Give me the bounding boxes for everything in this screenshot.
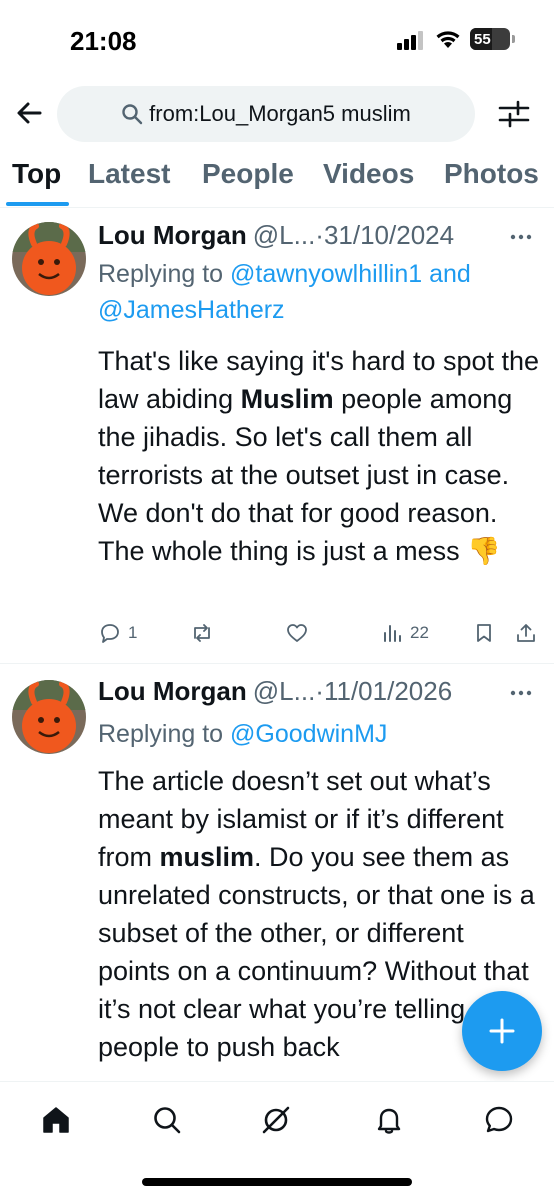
author-name[interactable]: Lou Morgan bbox=[98, 676, 247, 707]
battery-icon: 55 bbox=[470, 28, 510, 50]
author-handle[interactable]: @L... bbox=[253, 676, 316, 707]
tab-latest[interactable]: Latest bbox=[88, 158, 170, 190]
avatar-image bbox=[12, 680, 86, 754]
repost-button[interactable] bbox=[190, 616, 220, 650]
mention-link[interactable]: @JamesHatherz bbox=[98, 296, 285, 324]
nav-grok[interactable] bbox=[256, 1100, 296, 1140]
active-tab-indicator bbox=[6, 202, 69, 206]
battery-cap bbox=[512, 35, 515, 43]
replying-to-label: Replying to bbox=[98, 720, 231, 748]
search-term-highlight: Muslim bbox=[240, 384, 334, 414]
share-button[interactable] bbox=[514, 616, 538, 650]
nav-home[interactable] bbox=[36, 1100, 76, 1140]
cellular-signal-icon bbox=[397, 31, 423, 50]
heart-icon bbox=[287, 624, 307, 642]
tab-photos[interactable]: Photos bbox=[444, 158, 539, 190]
tweet-text: That's like saying it's hard to spot the… bbox=[98, 342, 542, 570]
filter-sliders-icon[interactable] bbox=[496, 96, 532, 132]
nav-notifications[interactable] bbox=[369, 1100, 409, 1140]
tab-top[interactable]: Top bbox=[12, 158, 61, 190]
search-input[interactable]: from:Lou_Morgan5 muslim bbox=[57, 86, 475, 142]
bookmark-icon bbox=[477, 624, 491, 642]
search-tabs: Top Latest People Videos Photos bbox=[0, 150, 554, 208]
tweet-header: Lou Morgan @L... ·31/10/2024 bbox=[98, 220, 454, 254]
author-handle[interactable]: @L... bbox=[253, 220, 316, 251]
avatar[interactable] bbox=[12, 222, 86, 296]
reply-icon bbox=[101, 624, 119, 643]
tweet-actions: 1 22 bbox=[98, 616, 542, 650]
bookmark-button[interactable] bbox=[472, 616, 496, 650]
message-icon bbox=[485, 1106, 513, 1133]
avatar[interactable] bbox=[12, 680, 86, 754]
share-icon bbox=[517, 624, 535, 642]
reply-button[interactable]: 1 bbox=[98, 616, 137, 650]
bell-icon bbox=[377, 1108, 401, 1134]
avatar-image bbox=[12, 222, 86, 296]
search-query: from:Lou_Morgan5 muslim bbox=[149, 101, 411, 126]
views-chart-icon bbox=[384, 625, 401, 642]
home-indicator bbox=[142, 1178, 412, 1186]
status-bar: 21:08 55 bbox=[0, 0, 554, 84]
repost-icon bbox=[194, 624, 210, 642]
replying-to-label: Replying to bbox=[98, 260, 231, 288]
tweet-date[interactable]: ·11/01/2026 bbox=[315, 676, 452, 707]
replying-to: Replying to @GoodwinMJ bbox=[98, 716, 542, 752]
tweet-date[interactable]: ·31/10/2024 bbox=[315, 220, 454, 251]
mention-and: and bbox=[422, 260, 471, 288]
compose-button[interactable] bbox=[462, 991, 542, 1071]
more-dots-icon[interactable] bbox=[510, 689, 532, 697]
mention-link[interactable]: @tawnyowlhillin1 bbox=[230, 260, 422, 288]
search-icon bbox=[154, 1107, 181, 1134]
search-term-highlight: muslim bbox=[159, 842, 255, 872]
back-button[interactable] bbox=[12, 96, 46, 130]
nav-messages[interactable] bbox=[479, 1100, 519, 1140]
more-dots-icon[interactable] bbox=[510, 233, 532, 241]
search-icon bbox=[122, 104, 143, 125]
tweet[interactable]: Lou Morgan @L... ·31/10/2024 Replying to… bbox=[0, 208, 554, 664]
views-button[interactable]: 22 bbox=[380, 616, 429, 650]
battery-level: 55 bbox=[474, 30, 491, 48]
reply-count: 1 bbox=[128, 623, 138, 642]
wifi-icon bbox=[436, 31, 460, 48]
home-icon bbox=[43, 1107, 69, 1133]
replying-to: Replying to @tawnyowlhillin1 and @JamesH… bbox=[98, 256, 542, 328]
tab-people[interactable]: People bbox=[202, 158, 294, 190]
like-button[interactable] bbox=[285, 616, 315, 650]
tweet-header: Lou Morgan @L... ·11/01/2026 bbox=[98, 676, 452, 710]
status-time: 21:08 bbox=[70, 26, 137, 56]
nav-search[interactable] bbox=[147, 1100, 187, 1140]
grok-icon bbox=[262, 1106, 290, 1134]
view-count: 22 bbox=[410, 623, 429, 642]
plus-icon bbox=[489, 1018, 515, 1044]
mention-link[interactable]: @GoodwinMJ bbox=[230, 720, 387, 748]
tab-videos[interactable]: Videos bbox=[323, 158, 414, 190]
author-name[interactable]: Lou Morgan bbox=[98, 220, 247, 251]
arrow-left-icon bbox=[17, 102, 42, 124]
